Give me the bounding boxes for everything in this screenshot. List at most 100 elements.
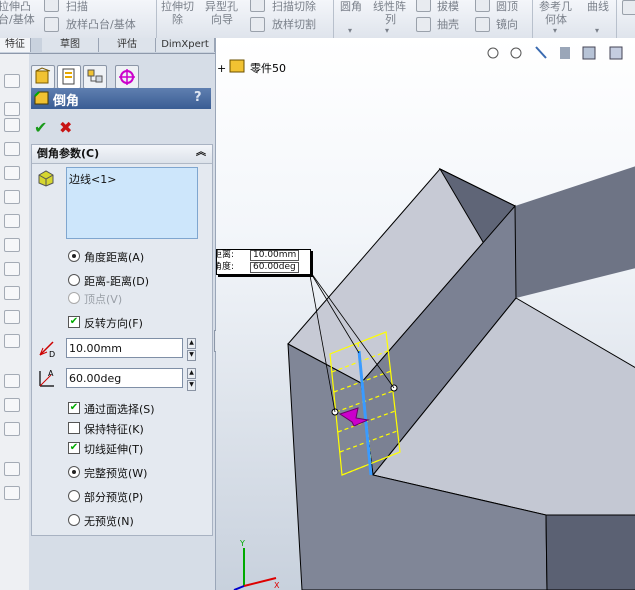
ribbon-hole-wizard-line1[interactable]: 异型孔 — [205, 0, 238, 13]
ribbon-dome[interactable]: 圆顶 — [496, 0, 518, 13]
rail-tool-icon[interactable] — [4, 334, 20, 348]
previous-view-icon[interactable] — [535, 46, 547, 59]
cancel-button[interactable]: ✖ — [59, 118, 72, 137]
ribbon-linear-pattern-line1[interactable]: 线性阵 — [373, 0, 406, 13]
model-canvas[interactable]: + 零件50 Y X — [216, 38, 635, 590]
no-preview-label: 无预览(N) — [84, 515, 134, 528]
angle-spinner[interactable]: ▲ ▼ — [187, 368, 196, 391]
ribbon-hole-wizard-line2[interactable]: 向导 — [211, 13, 233, 26]
fillet-dropdown-icon[interactable]: ▾ — [348, 24, 352, 37]
rail-tool-icon[interactable] — [4, 214, 20, 228]
select-through-faces-checkbox[interactable]: ✔ — [68, 402, 80, 414]
ribbon-lofted-cut[interactable]: 放样切割 — [272, 18, 316, 31]
part-expand-icon[interactable]: + — [217, 62, 226, 75]
loft-icon[interactable] — [44, 17, 59, 32]
sweep-icon[interactable] — [44, 0, 59, 12]
full-preview-radio[interactable] — [68, 466, 80, 478]
edge-selection-box[interactable]: 边线<1> — [66, 167, 198, 239]
group-header[interactable]: 倒角参数(C) ︽ — [32, 145, 212, 164]
rail-tool-icon[interactable] — [4, 166, 20, 180]
feature-tree-tab-icon[interactable] — [31, 65, 55, 89]
tab-sketch[interactable]: 草图 — [42, 38, 99, 52]
configuration-manager-tab-icon[interactable] — [83, 65, 107, 89]
ref-geometry-dropdown-icon[interactable]: ▾ — [553, 24, 557, 37]
rail-tool-icon[interactable] — [4, 462, 20, 476]
rail-tool-icon[interactable] — [4, 142, 20, 156]
property-manager-tab-icon[interactable] — [57, 65, 81, 89]
ribbon-extrude-cut-line1[interactable]: 拉伸切 — [161, 0, 194, 13]
ribbon-fillet[interactable]: 圆角 — [340, 0, 362, 13]
part-name[interactable]: 零件50 — [250, 62, 286, 75]
distance-spinner[interactable]: ▲ ▼ — [187, 338, 196, 361]
tangent-propagation-label: 切线延伸(T) — [84, 443, 144, 456]
swept-cut-icon[interactable] — [250, 0, 265, 12]
ribbon-mirror[interactable]: 镜向 — [496, 18, 518, 31]
y-axis-label: Y — [239, 539, 245, 548]
rail-tool-icon[interactable] — [4, 74, 20, 88]
selected-edge-item[interactable]: 边线<1> — [69, 171, 116, 187]
partial-preview-radio[interactable] — [68, 490, 80, 502]
z-axis — [233, 585, 245, 590]
rail-tool-icon[interactable] — [4, 286, 20, 300]
ribbon-extrude-boss-line2[interactable]: 台/基体 — [0, 13, 35, 26]
draft-icon[interactable] — [416, 0, 431, 12]
keep-features-checkbox[interactable] — [68, 422, 80, 434]
distance-distance-label: 距离-距离(D) — [84, 275, 150, 288]
ribbon-loft-boss[interactable]: 放样凸台/基体 — [66, 18, 136, 31]
ribbon-ref-geometry-line1[interactable]: 参考几 — [539, 0, 572, 13]
mirror-icon[interactable] — [475, 17, 490, 32]
ribbon-shell[interactable]: 抽壳 — [437, 18, 459, 31]
ribbon-extrude-boss-line1[interactable]: 拉伸凸 — [0, 0, 31, 13]
zoom-area-icon[interactable] — [510, 47, 522, 59]
dome-icon[interactable] — [475, 0, 490, 12]
manager-tabs — [31, 63, 211, 89]
zoom-to-fit-icon[interactable] — [487, 47, 499, 59]
ok-button[interactable]: ✔ — [34, 118, 47, 137]
callout-distance-label: 距离: — [216, 250, 235, 260]
callout-distance-value[interactable]: 10.00mm — [250, 250, 300, 261]
help-button[interactable]: ? — [194, 90, 202, 105]
no-preview-radio[interactable] — [68, 514, 80, 526]
rail-tool-icon[interactable] — [4, 486, 20, 500]
tab-dimxpert[interactable]: DimXpert — [156, 38, 215, 52]
ribbon-draft[interactable]: 拔模 — [437, 0, 459, 13]
shell-icon[interactable] — [416, 17, 431, 32]
ribbon-extrude-cut-line2[interactable]: 除 — [172, 13, 183, 26]
ribbon-sweep[interactable]: 扫描 — [66, 0, 88, 13]
lofted-cut-icon[interactable] — [250, 17, 265, 32]
collapse-icon[interactable]: ︽ — [196, 147, 206, 159]
section-view-icon[interactable] — [560, 47, 570, 59]
rail-tool-icon[interactable] — [4, 310, 20, 324]
pattern-dropdown-icon[interactable]: ▾ — [385, 24, 389, 37]
rail-tool-icon[interactable] — [4, 374, 20, 388]
callout-angle-value[interactable]: 60.00deg — [250, 262, 299, 273]
chamfer-callout[interactable]: 距离: 10.00mm 角度: 60.00deg — [216, 249, 311, 275]
curves-dropdown-icon[interactable]: ▾ — [595, 24, 599, 37]
vertex-radio — [68, 292, 80, 304]
angle-input[interactable]: 60.00deg — [66, 368, 183, 388]
tab-features[interactable]: 特征 — [0, 38, 31, 52]
tab-evaluate[interactable]: 评估 — [99, 38, 156, 52]
rail-tool-icon[interactable] — [4, 102, 20, 116]
ribbon-curves[interactable]: 曲线 — [587, 0, 609, 13]
rail-tool-icon[interactable] — [4, 118, 20, 132]
graphics-area[interactable]: + 零件50 Y X 距离: 10.00mm 角度: 60.00deg — [216, 38, 635, 590]
base-right-face[interactable] — [545, 514, 635, 590]
distance-distance-radio[interactable] — [68, 274, 80, 286]
rail-tool-icon[interactable] — [4, 422, 20, 436]
rail-tool-icon[interactable] — [4, 238, 20, 252]
rail-tool-icon[interactable] — [4, 398, 20, 412]
view-orientation-icon[interactable] — [582, 46, 596, 60]
angle-distance-radio[interactable] — [68, 250, 80, 262]
ribbon-swept-cut[interactable]: 扫描切除 — [272, 0, 316, 13]
tangent-propagation-checkbox[interactable]: ✔ — [68, 442, 80, 454]
display-style-icon[interactable] — [609, 46, 623, 60]
panel-title: 倒角 — [53, 94, 80, 109]
upright-right-face[interactable] — [515, 166, 635, 298]
instant3d-icon[interactable] — [622, 0, 635, 15]
rail-tool-icon[interactable] — [4, 262, 20, 276]
rail-tool-icon[interactable] — [4, 190, 20, 204]
display-manager-tab-icon[interactable] — [115, 65, 139, 89]
distance-input[interactable]: 10.00mm — [66, 338, 183, 358]
flip-direction-checkbox[interactable]: ✔ — [68, 316, 80, 328]
